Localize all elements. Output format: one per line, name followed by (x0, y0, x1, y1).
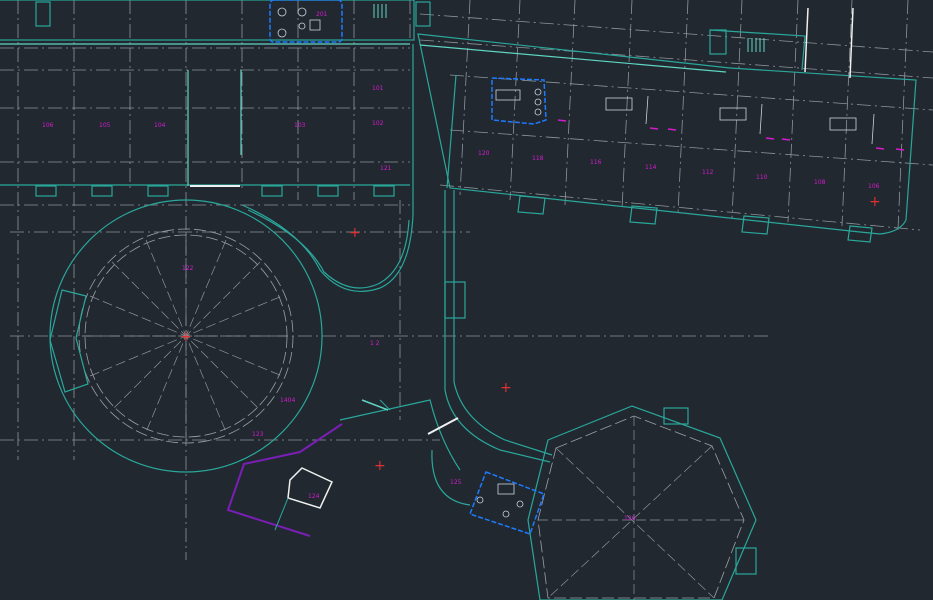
room-label: 104 (154, 122, 166, 129)
selected-restroom-block-lower[interactable] (469, 471, 545, 535)
room-labels: 106 105 104 103 102 101 120 118 116 114 … (42, 11, 880, 522)
room-label: 106 (42, 122, 54, 129)
red-markers: + + + + + (180, 194, 881, 474)
room-label: 120 (478, 150, 490, 157)
room-label: 108 (814, 179, 826, 186)
room-label: 124 (308, 493, 320, 500)
room-label: 118 (532, 155, 544, 162)
crosshair-marker: + (869, 194, 881, 210)
room-label: 126 (624, 515, 636, 522)
room-label: 114 (645, 164, 657, 171)
corridor-walls (241, 190, 553, 506)
room-label: 121 (380, 165, 392, 172)
crosshair-marker: + (374, 458, 386, 474)
right-wing-walls (417, 29, 917, 243)
room-label: 123 (252, 431, 264, 438)
room-label: 105 (99, 122, 111, 129)
room-label: 103 (294, 122, 306, 129)
room-label: 106 (868, 183, 880, 190)
room-label: 1404 (280, 397, 295, 404)
selected-restroom-block-top[interactable] (269, 0, 343, 43)
grid-lines (0, 0, 933, 560)
hexagon-room (527, 405, 757, 600)
room-label: 122 (182, 265, 194, 272)
left-wing-walls (0, 0, 431, 215)
room-label: 112 (702, 169, 714, 176)
room-label: 116 (590, 159, 602, 166)
room-label: 1 2 (370, 340, 380, 347)
door-opening-lower (427, 417, 459, 435)
room-label: 102 (372, 120, 384, 127)
stair-hatch (373, 4, 765, 52)
room-label: 110 (756, 174, 768, 181)
crosshair-marker: + (180, 329, 192, 345)
crosshair-marker: + (349, 225, 361, 241)
fixture-accents (557, 119, 905, 151)
room-label: 201 (316, 11, 328, 18)
room-label: 125 (450, 479, 462, 486)
room-label: 101 (372, 85, 384, 92)
crosshair-marker: + (500, 380, 512, 396)
selected-restroom-block-right[interactable] (491, 77, 547, 125)
cad-drawing-canvas[interactable]: 106 105 104 103 102 101 120 118 116 114 … (0, 0, 933, 600)
door-opening-small (361, 399, 389, 411)
